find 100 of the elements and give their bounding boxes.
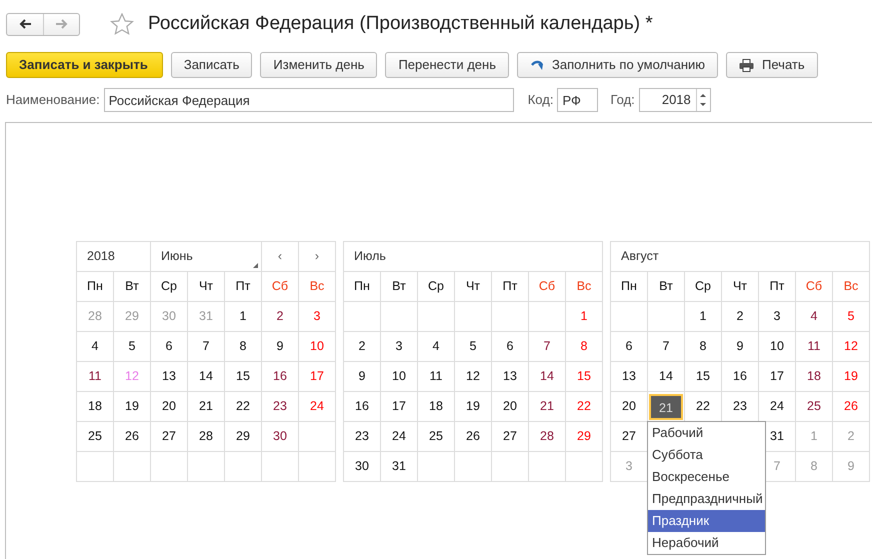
day-cell[interactable]: 19	[832, 362, 870, 392]
day-cell[interactable]: 8	[684, 332, 722, 362]
menu-item[interactable]: Предпраздничный	[648, 488, 765, 510]
toolbar-button[interactable]: Печать	[726, 52, 818, 78]
toolbar-button[interactable]: Перенести день	[385, 52, 509, 78]
day-cell[interactable]: 5	[454, 332, 492, 362]
day-cell[interactable]: 14	[648, 362, 684, 392]
day-cell[interactable]: 30	[262, 422, 298, 452]
day-cell[interactable]: 12	[454, 362, 492, 392]
day-cell[interactable]: 25	[418, 422, 454, 452]
day-cell[interactable]: 21	[528, 392, 566, 422]
day-cell[interactable]: 26	[454, 422, 492, 452]
day-cell[interactable]: 14	[188, 362, 224, 392]
day-cell[interactable]: 4	[796, 302, 832, 332]
day-cell[interactable]: 25	[76, 422, 114, 452]
day-cell[interactable]: 26	[832, 392, 870, 422]
year-field[interactable]: 2018	[638, 88, 711, 112]
day-cell[interactable]: 22	[224, 392, 262, 422]
day-cell[interactable]: 28	[188, 422, 224, 452]
toolbar-button[interactable]: Заполнить по умолчанию	[516, 52, 718, 78]
day-cell[interactable]: 19	[454, 392, 492, 422]
day-cell[interactable]: 16	[262, 362, 298, 392]
day-cell[interactable]: 11	[418, 362, 454, 392]
year-cell[interactable]: 2018	[76, 242, 150, 272]
day-cell[interactable]: 21	[188, 392, 224, 422]
day-cell[interactable]: 2	[262, 302, 298, 332]
day-cell[interactable]: 12	[832, 332, 870, 362]
day-cell[interactable]: 27	[610, 422, 648, 452]
day-cell[interactable]: 11	[76, 362, 114, 392]
day-cell[interactable]: 8	[224, 332, 262, 362]
menu-item[interactable]: Нерабочий	[648, 532, 765, 554]
code-field[interactable]: РФ	[557, 88, 598, 112]
day-cell[interactable]: 6	[492, 332, 528, 362]
day-cell[interactable]: 3	[758, 302, 796, 332]
day-cell[interactable]: 26	[114, 422, 150, 452]
day-cell[interactable]: 4	[418, 332, 454, 362]
day-cell[interactable]: 9	[344, 362, 380, 392]
day-cell[interactable]: 6	[150, 332, 188, 362]
day-cell[interactable]: 15	[684, 362, 722, 392]
day-cell[interactable]: 27	[150, 422, 188, 452]
day-cell[interactable]: 5	[832, 302, 870, 332]
day-cell[interactable]: 31	[380, 452, 418, 482]
day-cell[interactable]: 16	[344, 392, 380, 422]
day-cell[interactable]: 4	[76, 332, 114, 362]
day-cell[interactable]: 28	[528, 422, 566, 452]
next-button[interactable]: ›	[298, 242, 336, 272]
day-cell[interactable]: 3	[380, 332, 418, 362]
day-cell[interactable]: 17	[758, 362, 796, 392]
day-cell[interactable]: 1	[684, 302, 722, 332]
day-cell[interactable]: 18	[418, 392, 454, 422]
day-cell[interactable]: 9	[722, 332, 758, 362]
day-cell[interactable]: 5	[114, 332, 150, 362]
menu-item[interactable]: Праздник	[648, 510, 765, 532]
day-cell[interactable]: 7	[528, 332, 566, 362]
day-cell[interactable]: 29	[566, 422, 602, 452]
day-cell[interactable]: 13	[150, 362, 188, 392]
day-cell[interactable]: 7	[648, 332, 684, 362]
day-cell[interactable]: 11	[796, 332, 832, 362]
day-cell[interactable]: 24	[380, 422, 418, 452]
day-cell[interactable]: 24	[298, 392, 336, 422]
day-cell[interactable]: 25	[796, 392, 832, 422]
day-cell[interactable]: 7	[188, 332, 224, 362]
day-cell[interactable]: 21	[649, 394, 683, 420]
day-cell[interactable]: 2	[344, 332, 380, 362]
day-cell[interactable]: 27	[492, 422, 528, 452]
day-cell[interactable]: 15	[224, 362, 262, 392]
day-cell[interactable]: 14	[528, 362, 566, 392]
day-cell[interactable]: 22	[566, 392, 602, 422]
day-cell[interactable]: 20	[150, 392, 188, 422]
day-cell[interactable]: 30	[344, 452, 380, 482]
day-cell[interactable]: 23	[262, 392, 298, 422]
previous-button[interactable]: ‹	[262, 242, 298, 272]
day-cell[interactable]: 17	[380, 392, 418, 422]
day-cell[interactable]: 10	[758, 332, 796, 362]
day-cell[interactable]: 10	[380, 362, 418, 392]
save-and-close-button[interactable]: Записать и закрыть	[6, 52, 163, 78]
day-cell[interactable]: 29	[224, 422, 262, 452]
name-field[interactable]: Российская Федерация	[104, 88, 514, 112]
day-cell[interactable]: 8	[566, 332, 602, 362]
day-cell[interactable]: 17	[298, 362, 336, 392]
day-cell[interactable]: 9	[262, 332, 298, 362]
day-cell[interactable]: 19	[114, 392, 150, 422]
day-cell[interactable]: 20	[492, 392, 528, 422]
day-cell[interactable]: 13	[610, 362, 648, 392]
day-cell[interactable]: 10	[298, 332, 336, 362]
day-cell[interactable]: 13	[492, 362, 528, 392]
day-cell[interactable]: 16	[722, 362, 758, 392]
day-cell[interactable]: 3	[298, 302, 336, 332]
month-selector[interactable]: Июнь	[150, 242, 262, 272]
day-cell[interactable]: 1	[566, 302, 602, 332]
toolbar-button[interactable]: Записать	[170, 52, 252, 78]
day-cell[interactable]: 2	[722, 302, 758, 332]
day-cell[interactable]: 6	[610, 332, 648, 362]
day-cell[interactable]: 18	[796, 362, 832, 392]
day-cell[interactable]: 15	[566, 362, 602, 392]
day-cell[interactable]: 23	[344, 422, 380, 452]
day-cell[interactable]: 18	[76, 392, 114, 422]
star-icon[interactable]	[110, 13, 134, 35]
toolbar-button[interactable]: Изменить день	[260, 52, 378, 78]
day-cell[interactable]: 1	[224, 302, 262, 332]
